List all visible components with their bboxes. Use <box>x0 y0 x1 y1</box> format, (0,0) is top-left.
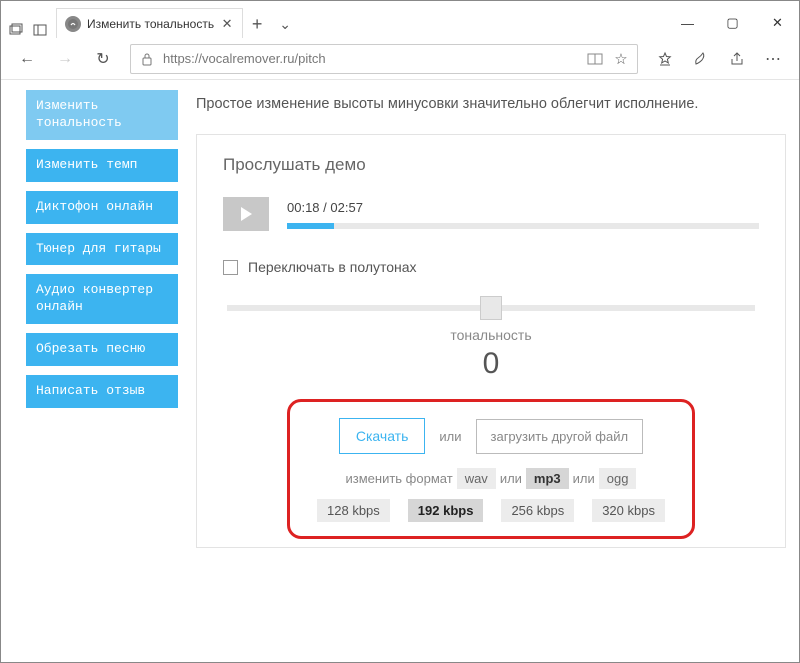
browser-tab[interactable]: Изменить тональность ✕ <box>56 8 243 38</box>
sidebar-item-0[interactable]: Изменить тональность <box>26 90 178 140</box>
forward-button: → <box>48 44 82 74</box>
format-label: изменить формат <box>346 471 453 486</box>
checkbox-label: Переключать в полутонах <box>248 259 417 275</box>
windows-icon[interactable] <box>8 22 24 38</box>
window-titlebar: Изменить тональность ✕ + ⌄ — ▢ ✕ <box>0 0 800 38</box>
refresh-button[interactable]: ↻ <box>86 44 120 74</box>
page-subtitle: Простое изменение высоты минусовки значи… <box>196 96 786 112</box>
upload-another-button[interactable]: загрузить другой файл <box>476 419 644 454</box>
format-option-ogg[interactable]: ogg <box>599 468 637 489</box>
demo-panel: Прослушать демо 00:18 / 02:57 Переключат… <box>196 134 786 548</box>
download-section: Скачать или загрузить другой файл измени… <box>287 399 695 539</box>
sidebar-item-5[interactable]: Обрезать песню <box>26 333 178 366</box>
sidebar-item-4[interactable]: Аудио конвертер онлайн <box>26 274 178 324</box>
reader-icon[interactable] <box>585 52 605 66</box>
close-window-button[interactable]: ✕ <box>755 8 800 38</box>
download-button[interactable]: Скачать <box>339 418 426 454</box>
new-tab-button[interactable]: + <box>243 10 271 38</box>
bitrate-option[interactable]: 192 kbps <box>408 499 484 522</box>
bitrate-option[interactable]: 128 kbps <box>317 499 390 522</box>
format-or: или <box>500 471 522 486</box>
address-bar[interactable]: https://vocalremover.ru/pitch ☆ <box>130 44 638 74</box>
format-row: изменить форматwavилиmp3илиogg <box>308 468 674 489</box>
slider-thumb[interactable] <box>480 296 502 320</box>
share-icon[interactable] <box>720 44 754 74</box>
format-option-wav[interactable]: wav <box>457 468 496 489</box>
sidebar-item-3[interactable]: Тюнер для гитары <box>26 233 178 266</box>
sidebar: Изменить тональность Изменить темп Диктофо… <box>26 90 178 653</box>
favorite-icon[interactable]: ☆ <box>611 50 631 68</box>
play-button[interactable] <box>223 197 269 231</box>
browser-toolbar: ← → ↻ https://vocalremover.ru/pitch ☆ ⋯ <box>0 38 800 80</box>
bitrate-option[interactable]: 256 kbps <box>501 499 574 522</box>
or-text: или <box>439 429 461 444</box>
main-content: Простое изменение высоты минусовки значи… <box>196 90 786 653</box>
player-time: 00:18 / 02:57 <box>287 200 759 215</box>
panel-title: Прослушать демо <box>223 155 759 175</box>
sidebar-toggle-icon[interactable] <box>32 22 48 38</box>
sidebar-item-1[interactable]: Изменить темп <box>26 149 178 182</box>
back-button[interactable]: ← <box>10 44 44 74</box>
semitone-checkbox-row[interactable]: Переключать в полутонах <box>223 259 759 275</box>
lock-icon <box>137 52 157 66</box>
format-option-mp3[interactable]: mp3 <box>526 468 569 489</box>
close-tab-icon[interactable]: ✕ <box>220 17 234 31</box>
pitch-slider[interactable] <box>227 305 755 311</box>
maximize-button[interactable]: ▢ <box>710 8 755 38</box>
tab-actions-icon[interactable]: ⌄ <box>271 10 299 38</box>
sidebar-item-6[interactable]: Написать отзыв <box>26 375 178 408</box>
notes-icon[interactable] <box>684 44 718 74</box>
slider-value: 0 <box>223 347 759 381</box>
tab-title: Изменить тональность <box>87 17 214 31</box>
more-icon[interactable]: ⋯ <box>756 44 790 74</box>
progress-bar[interactable] <box>287 223 759 229</box>
format-or: или <box>573 471 595 486</box>
bitrate-row: 128 kbps 192 kbps 256 kbps 320 kbps <box>308 499 674 522</box>
bitrate-option[interactable]: 320 kbps <box>592 499 665 522</box>
url-text: https://vocalremover.ru/pitch <box>163 51 579 66</box>
audio-player: 00:18 / 02:57 <box>223 197 759 231</box>
favorites-list-icon[interactable] <box>648 44 682 74</box>
slider-label: тональность <box>223 327 759 343</box>
sidebar-item-2[interactable]: Диктофон онлайн <box>26 191 178 224</box>
minimize-button[interactable]: — <box>665 8 710 38</box>
checkbox-icon[interactable] <box>223 260 238 275</box>
favicon-icon <box>65 16 81 32</box>
